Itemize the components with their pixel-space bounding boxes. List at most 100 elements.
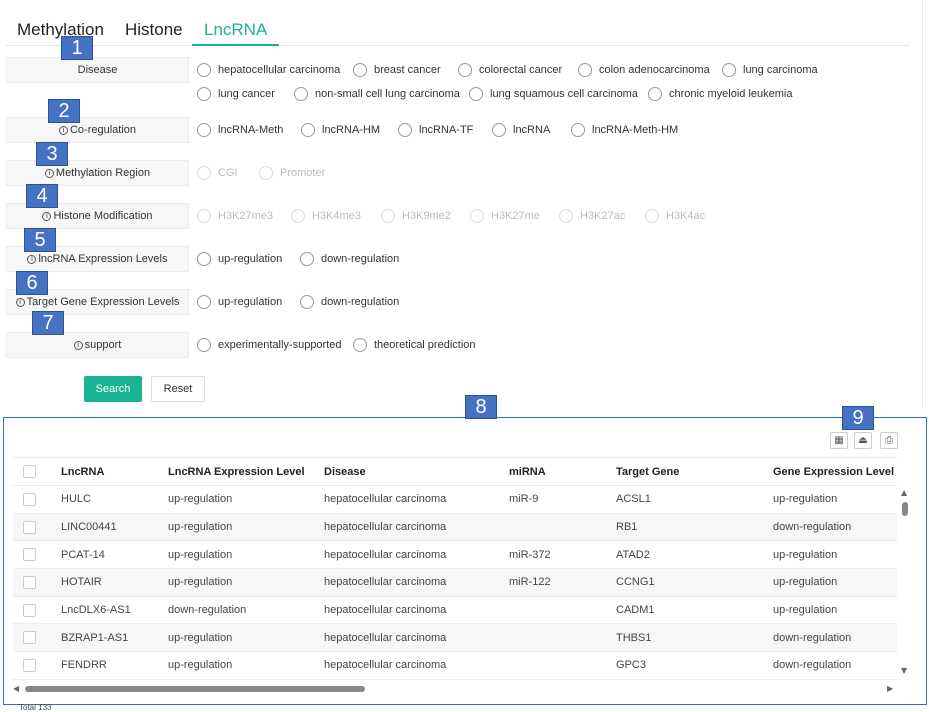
table-row[interactable]: BZRAP1-AS1 up-regulation hepatocellular …: [13, 623, 897, 653]
disease-option[interactable]: lung cancer: [197, 87, 275, 101]
coregulation-option[interactable]: lncRNA-Meth-HM: [571, 123, 678, 137]
coregulation-option[interactable]: lncRNA-HM: [301, 123, 380, 137]
select-all-checkbox[interactable]: [23, 465, 36, 478]
target-gene-expression-option[interactable]: up-regulation: [197, 295, 282, 309]
radio-icon[interactable]: [300, 252, 314, 266]
column-header[interactable]: miRNA: [501, 457, 608, 486]
table-row[interactable]: PCAT-14 up-regulation hepatocellular car…: [13, 540, 897, 570]
info-icon: i: [73, 340, 83, 350]
row-checkbox[interactable]: [23, 548, 36, 562]
scroll-down-icon[interactable]: ▼: [901, 666, 907, 675]
column-header[interactable]: LncRNA Expression Level: [160, 457, 316, 486]
target-gene-expression-option[interactable]: down-regulation: [300, 295, 399, 309]
row-checkbox[interactable]: [23, 631, 36, 645]
cell-disease: hepatocellular carcinoma: [316, 623, 501, 653]
cell-mirna: [501, 651, 608, 680]
disease-option[interactable]: lung carcinoma: [722, 63, 818, 77]
lncrna-expression-option[interactable]: up-regulation: [197, 252, 282, 266]
row-checkbox[interactable]: [23, 492, 36, 506]
scroll-left-icon[interactable]: ◀: [13, 684, 19, 693]
cell-mirna: [501, 596, 608, 625]
disease-option[interactable]: lung squamous cell carcinoma: [469, 87, 638, 101]
support-option[interactable]: theoretical prediction: [353, 338, 476, 352]
search-button[interactable]: Search: [84, 376, 142, 402]
scroll-up-icon[interactable]: ▲: [901, 488, 907, 497]
table-row[interactable]: LINC00441 up-regulation hepatocellular c…: [13, 513, 897, 542]
tab-bar: Methylation Histone LncRNA: [6, 14, 910, 46]
support-option[interactable]: experimentally-supported: [197, 338, 342, 352]
radio-icon[interactable]: [469, 87, 483, 101]
filter-label-disease: Disease: [6, 57, 189, 83]
reset-button[interactable]: Reset: [151, 376, 205, 402]
disease-option[interactable]: non-small cell lung carcinoma: [294, 87, 460, 101]
columns-icon[interactable]: ▦: [830, 432, 848, 449]
cell-target-gene: GPC3: [608, 651, 765, 680]
vertical-scroll-thumb[interactable]: [902, 502, 908, 516]
radio-icon[interactable]: [197, 87, 211, 101]
radio-icon: [197, 166, 211, 180]
radio-icon[interactable]: [197, 295, 211, 309]
cell-disease: hepatocellular carcinoma: [316, 513, 501, 542]
disease-option[interactable]: colon adenocarcinoma: [578, 63, 710, 77]
radio-icon[interactable]: [722, 63, 736, 77]
info-icon: i: [27, 254, 37, 264]
table-row[interactable]: HULC up-regulation hepatocellular carcin…: [13, 485, 897, 514]
methylation-region-option: Promoter: [259, 166, 325, 180]
column-header[interactable]: Target Gene: [608, 457, 765, 486]
cell-gene-expression: up-regulation: [765, 540, 897, 570]
radio-icon[interactable]: [197, 338, 211, 352]
cell-target-gene: CADM1: [608, 596, 765, 625]
disease-option[interactable]: colorectal cancer: [458, 63, 562, 77]
column-header[interactable]: Disease: [316, 457, 501, 486]
radio-icon: [291, 209, 305, 223]
radio-icon[interactable]: [571, 123, 585, 137]
results-table: LncRNA LncRNA Expression Level Disease m…: [13, 457, 897, 690]
radio-icon: [559, 209, 573, 223]
row-checkbox[interactable]: [23, 658, 36, 672]
scroll-right-icon[interactable]: ▶: [887, 684, 893, 693]
radio-icon[interactable]: [353, 338, 367, 352]
export-icon[interactable]: ⏏: [854, 432, 872, 449]
radio-icon[interactable]: [578, 63, 592, 77]
horizontal-scroll-thumb[interactable]: [25, 686, 365, 692]
coregulation-option[interactable]: lncRNA-Meth: [197, 123, 283, 137]
cell-lncrna-expression: down-regulation: [160, 596, 316, 625]
radio-icon[interactable]: [458, 63, 472, 77]
table-row[interactable]: HOTAIR up-regulation hepatocellular carc…: [13, 568, 897, 597]
tab-histone[interactable]: Histone: [125, 20, 183, 40]
column-header[interactable]: LncRNA: [53, 457, 160, 486]
disease-option[interactable]: hepatocellular carcinoma: [197, 63, 340, 77]
coregulation-option[interactable]: lncRNA: [492, 123, 550, 137]
radio-icon[interactable]: [197, 252, 211, 266]
radio-icon[interactable]: [294, 87, 308, 101]
radio-icon[interactable]: [492, 123, 506, 137]
radio-icon[interactable]: [300, 295, 314, 309]
column-header[interactable]: Gene Expression Level: [765, 457, 897, 486]
table-row[interactable]: LncDLX6-AS1 down-regulation hepatocellul…: [13, 596, 897, 625]
radio-icon[interactable]: [197, 63, 211, 77]
cell-lncrna-expression: up-regulation: [160, 651, 316, 680]
radio-icon[interactable]: [398, 123, 412, 137]
cell-target-gene: ACSL1: [608, 485, 765, 514]
radio-icon: [645, 209, 659, 223]
table-row[interactable]: FENDRR up-regulation hepatocellular carc…: [13, 651, 897, 680]
row-checkbox[interactable]: [23, 520, 36, 534]
cell-mirna: miR-372: [501, 540, 608, 570]
radio-icon[interactable]: [648, 87, 662, 101]
lncrna-expression-option[interactable]: down-regulation: [300, 252, 399, 266]
horizontal-scrollbar[interactable]: ◀ ▶: [13, 683, 897, 695]
print-icon[interactable]: ⎙: [880, 432, 898, 449]
cell-lncrna-expression: up-regulation: [160, 568, 316, 597]
cell-target-gene: THBS1: [608, 623, 765, 653]
row-checkbox[interactable]: [23, 575, 36, 589]
tab-lncrna[interactable]: LncRNA: [192, 20, 280, 46]
radio-icon[interactable]: [197, 123, 211, 137]
radio-icon[interactable]: [301, 123, 315, 137]
disease-option[interactable]: breast cancer: [353, 63, 441, 77]
disease-option[interactable]: chronic myeloid leukemia: [648, 87, 793, 101]
coregulation-option[interactable]: lncRNA-TF: [398, 123, 473, 137]
radio-icon[interactable]: [353, 63, 367, 77]
cell-lncrna-expression: up-regulation: [160, 513, 316, 542]
row-checkbox[interactable]: [23, 603, 36, 617]
vertical-scrollbar[interactable]: ▲ ▼: [899, 488, 911, 678]
